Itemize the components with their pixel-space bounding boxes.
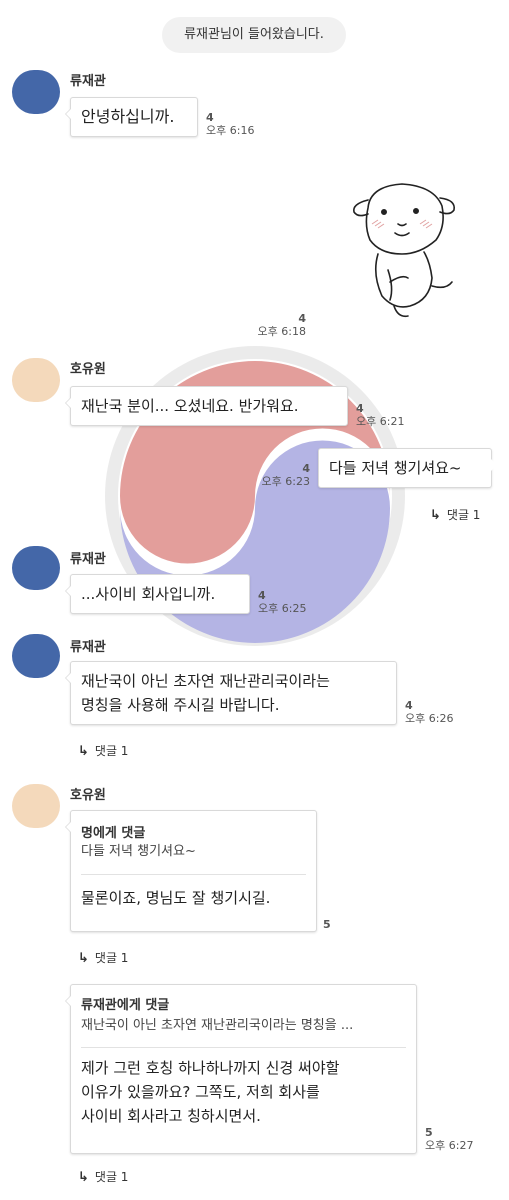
unread-count: 4 xyxy=(206,111,214,124)
message-text-line: 재난국이 아닌 초자연 재난관리국이라는 xyxy=(81,672,330,690)
message-time: 오후 6:27 xyxy=(425,1139,474,1152)
puppy-sticker[interactable] xyxy=(350,178,460,323)
message-bubble[interactable]: ...사이비 회사입니까. xyxy=(65,574,250,614)
message-text: ...사이비 회사입니까. xyxy=(81,585,216,603)
unread-count: 5 xyxy=(425,1126,433,1139)
unread-count: 4 xyxy=(302,462,310,475)
message-bubble[interactable]: 다들 저녁 챙기셔요~ xyxy=(318,448,497,488)
unread-count: 5 xyxy=(323,918,331,931)
message-meta: 4 오후 6:23 xyxy=(258,462,310,489)
unread-count: 4 xyxy=(405,699,413,712)
message-text: 안녕하십니까. xyxy=(81,107,175,126)
message-text-line: 사이비 회사라고 칭하시면서. xyxy=(81,1107,261,1125)
message-meta: 4 오후 6:25 xyxy=(258,589,306,616)
quote-divider xyxy=(81,874,306,875)
reply-label: 댓글 1 xyxy=(94,744,129,758)
unread-count: 4 xyxy=(356,402,364,415)
message-meta: 5 오후 6:27 xyxy=(425,1126,473,1153)
quote-title: 류재관에게 댓글 xyxy=(81,998,170,1013)
message-time: 오후 6:26 xyxy=(405,712,454,725)
message-bubble[interactable]: 재난국 분이... 오셨네요. 반가워요. xyxy=(65,386,348,426)
message-text-line: 이유가 있을까요? 그쪽도, 저희 회사를 xyxy=(81,1083,320,1101)
avatar[interactable] xyxy=(12,546,60,590)
avatar[interactable] xyxy=(12,358,60,402)
message-time: 오후 6:25 xyxy=(258,602,307,615)
avatar[interactable] xyxy=(12,784,60,828)
sender-name: 호유원 xyxy=(70,362,106,377)
avatar[interactable] xyxy=(12,634,60,678)
reply-arrow-icon: ↳ xyxy=(78,744,89,759)
reply-link[interactable]: ↳ 댓글 1 xyxy=(78,742,128,759)
message-text: 다들 저녁 챙기셔요~ xyxy=(329,459,462,477)
message-time: 오후 6:16 xyxy=(206,124,255,137)
quote-divider xyxy=(81,1047,406,1048)
message-meta: 4 오후 6:18 xyxy=(254,312,306,339)
message-time: 오후 6:23 xyxy=(261,475,310,488)
unread-count: 4 xyxy=(258,589,266,602)
sender-name: 호유원 xyxy=(70,788,106,803)
message-text: 물론이죠, 명님도 잘 챙기시길. xyxy=(81,889,271,907)
reply-arrow-icon: ↳ xyxy=(78,1170,89,1185)
sender-name: 류재관 xyxy=(70,552,106,567)
reply-label: 댓글 1 xyxy=(94,1170,129,1184)
reply-link[interactable]: ↳ 댓글 1 xyxy=(78,1168,128,1185)
message-meta: 4 오후 6:21 xyxy=(356,402,404,429)
reply-link[interactable]: ↳ 댓글 1 xyxy=(430,506,480,523)
reply-link[interactable]: ↳ 댓글 1 xyxy=(78,949,128,966)
message-text-line: 명칭을 사용해 주시길 바랍니다. xyxy=(81,696,280,714)
message-bubble[interactable]: 재난국이 아닌 초자연 재난관리국이라는 명칭을 사용해 주시길 바랍니다. xyxy=(65,661,397,725)
system-notice: 류재관님이 들어왔습니다. xyxy=(162,17,346,53)
reply-bubble[interactable]: 명에게 댓글 다들 저녁 챙기셔요~ 물론이죠, 명님도 잘 챙기시길. xyxy=(65,810,317,932)
message-meta: 4 오후 6:26 xyxy=(405,699,453,726)
quote-text: 재난국이 아닌 초자연 재난관리국이라는 명칭을 ... xyxy=(81,1018,354,1033)
message-bubble[interactable]: 안녕하십니까. xyxy=(65,97,198,137)
message-time: 오후 6:18 xyxy=(257,325,306,338)
avatar[interactable] xyxy=(12,70,60,114)
message-time: 오후 6:21 xyxy=(356,415,405,428)
reply-label: 댓글 1 xyxy=(94,951,129,965)
quote-text: 다들 저녁 챙기셔요~ xyxy=(81,844,196,859)
reply-bubble[interactable]: 류재관에게 댓글 재난국이 아닌 초자연 재난관리국이라는 명칭을 ... 제가… xyxy=(65,984,417,1154)
reply-arrow-icon: ↳ xyxy=(430,508,441,523)
message-meta: 4 오후 6:16 xyxy=(206,111,254,138)
sender-name: 류재관 xyxy=(70,74,106,89)
sender-name: 류재관 xyxy=(70,640,106,655)
reply-arrow-icon: ↳ xyxy=(78,951,89,966)
message-meta: 5 xyxy=(323,918,331,931)
message-text-line: 제가 그런 호칭 하나하나까지 신경 써야할 xyxy=(81,1059,340,1077)
reply-label: 댓글 1 xyxy=(446,508,481,522)
message-text: 재난국 분이... 오셨네요. 반가워요. xyxy=(81,397,299,415)
unread-count: 4 xyxy=(298,312,306,325)
quote-title: 명에게 댓글 xyxy=(81,826,146,841)
